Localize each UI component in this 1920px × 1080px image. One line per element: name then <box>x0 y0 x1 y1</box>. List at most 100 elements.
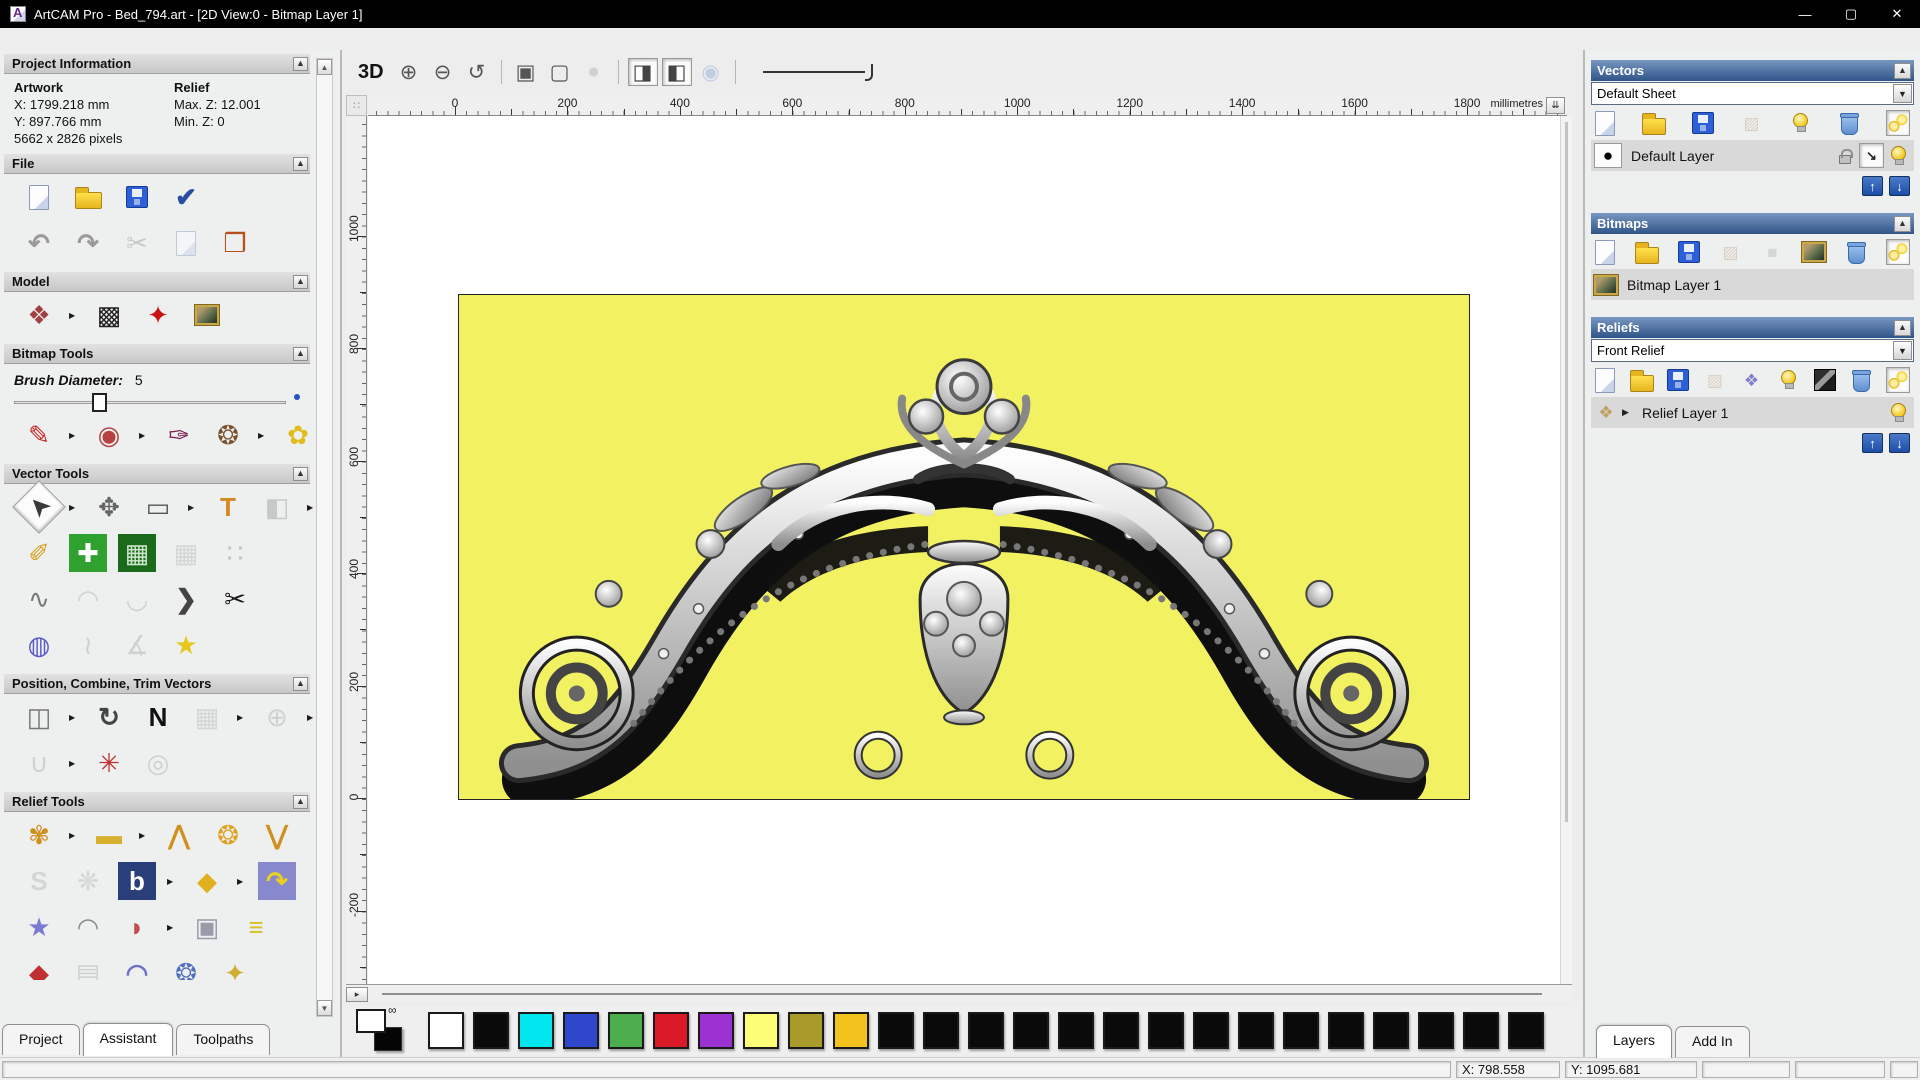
all-layers-visible-icon[interactable] <box>1886 367 1910 393</box>
spin-relief-icon[interactable]: ❂ <box>167 954 205 980</box>
tab-toolpaths[interactable]: Toolpaths <box>176 1024 271 1055</box>
text-on-curve-icon[interactable]: ↻ <box>90 698 128 736</box>
assistant-scrollbar[interactable]: ▲ ▼ <box>316 58 333 1017</box>
section-header-position-combine-trim[interactable]: Position, Combine, Trim Vectors ▲ <box>4 674 310 694</box>
open-model-icon[interactable] <box>69 178 107 216</box>
copy-icon[interactable] <box>167 224 205 262</box>
join-vectors-icon[interactable]: ∪ <box>20 744 58 782</box>
weave-wizard-icon[interactable]: ❋ <box>69 862 107 900</box>
delete-layer-icon[interactable] <box>1837 110 1861 136</box>
canvas-horizontal-scrollbar[interactable]: ▸ <box>346 984 1572 1002</box>
palette-swatch[interactable] <box>1238 1011 1274 1049</box>
flyout-arrow-icon[interactable]: ▶ <box>69 713 79 722</box>
palette-swatch[interactable] <box>653 1011 689 1049</box>
section-header-bitmap-tools[interactable]: Bitmap Tools ▲ <box>4 344 310 364</box>
palette-swatch[interactable] <box>608 1011 644 1049</box>
palette-swatch[interactable] <box>563 1011 599 1049</box>
flyout-arrow-icon[interactable]: ▶ <box>167 877 177 886</box>
merge-low-icon[interactable]: ⋁ <box>258 816 296 854</box>
palette-swatch[interactable] <box>1058 1011 1094 1049</box>
save-relief-layer-icon[interactable] <box>1666 367 1690 393</box>
toggle-bitmap-visibility-icon[interactable]: ◨ <box>627 58 658 86</box>
paste-along-curve-icon[interactable]: ∷ <box>216 534 254 572</box>
tab-assistant[interactable]: Assistant <box>82 1023 174 1056</box>
delete-layer-icon[interactable] <box>1844 239 1868 265</box>
face-wizard-icon[interactable]: ▣ <box>188 908 226 946</box>
flyout-arrow-icon[interactable]: ▶ <box>237 713 247 722</box>
palette-swatch[interactable] <box>698 1011 734 1049</box>
clear-bitmap-icon[interactable]: ■ <box>1760 239 1784 265</box>
flood-fill-icon[interactable]: ◉ <box>90 416 128 454</box>
palette-swatch[interactable] <box>1463 1011 1499 1049</box>
vector-library-icon[interactable]: ▦ <box>118 534 156 572</box>
nesting-icon[interactable]: N <box>139 698 177 736</box>
tab-add-in[interactable]: Add In <box>1675 1026 1750 1057</box>
delete-layer-icon[interactable] <box>1849 367 1873 393</box>
merge-relief-layers-icon[interactable]: ▨ <box>1703 367 1727 393</box>
vector-texture-icon[interactable]: ✳ <box>90 744 128 782</box>
collapse-section-icon[interactable]: ▲ <box>293 676 308 691</box>
palette-swatch[interactable] <box>788 1011 824 1049</box>
paste-icon[interactable]: ❒ <box>216 224 254 262</box>
transform-vectors-icon[interactable]: ✥ <box>90 488 128 526</box>
extrude-relief-icon[interactable]: ◗ <box>118 908 156 946</box>
canvas-vertical-scrollbar[interactable] <box>1560 116 1572 984</box>
collapse-section-icon[interactable]: ▲ <box>293 346 308 361</box>
flyout-arrow-icon[interactable]: ▶ <box>139 431 149 440</box>
flyout-arrow-icon[interactable]: ▶ <box>139 831 149 840</box>
colour-picker-icon[interactable]: ✑ <box>160 416 198 454</box>
layer-visibility-icon[interactable] <box>1886 400 1911 425</box>
vector-doctor-icon[interactable]: ✚ <box>69 534 107 572</box>
flyout-arrow-icon[interactable]: ▶ <box>188 503 198 512</box>
relief-side-dropdown[interactable]: Front Relief ▼ <box>1591 339 1914 362</box>
arrowhead-tool-icon[interactable]: ❯ <box>167 580 205 618</box>
align-vectors-icon[interactable]: ◫ <box>20 698 58 736</box>
scroll-down-icon[interactable]: ▼ <box>317 1000 332 1016</box>
rectangle-tool-icon[interactable]: ▭ <box>139 488 177 526</box>
zoom-out-icon[interactable]: ⊖ <box>428 58 458 86</box>
palette-swatch[interactable] <box>473 1011 509 1049</box>
scale-relief-icon[interactable]: ❂ <box>209 816 247 854</box>
zoom-previous-icon[interactable]: ↺ <box>462 58 492 86</box>
open-relief-layer-icon[interactable] <box>1629 367 1654 393</box>
two-rail-sweep-icon[interactable]: ◠ <box>69 908 107 946</box>
tab-project[interactable]: Project <box>2 1024 80 1055</box>
scroll-up-icon[interactable]: ▲ <box>317 59 332 75</box>
create-star-icon[interactable]: ★ <box>167 626 205 664</box>
move-layer-down-icon[interactable]: ↓ <box>1889 433 1910 453</box>
palette-swatch[interactable] <box>1103 1011 1139 1049</box>
palette-swatch[interactable] <box>428 1011 464 1049</box>
sculpting-tool-icon[interactable]: ✾ <box>20 816 58 854</box>
collapse-panel-icon[interactable]: ▲ <box>1894 62 1911 79</box>
dropdown-arrow-icon[interactable]: ▼ <box>1893 341 1912 360</box>
close-button[interactable]: ✕ <box>1874 0 1920 28</box>
new-vector-layer-icon[interactable] <box>1593 110 1617 136</box>
move-layer-up-icon[interactable]: ↑ <box>1862 433 1883 453</box>
turn-model-icon[interactable]: ◆ <box>20 954 58 980</box>
toggle-layer-visibility-icon[interactable] <box>1788 110 1812 136</box>
envelope-distort-icon[interactable]: ▦ <box>167 534 205 572</box>
fit-arcs-icon[interactable]: ◠ <box>69 580 107 618</box>
section-header-relief-tools[interactable]: Relief Tools ▲ <box>4 792 310 812</box>
move-layer-up-icon[interactable]: ↑ <box>1862 176 1883 196</box>
sculpt-smooth-icon[interactable]: S <box>20 862 58 900</box>
palette-swatch[interactable] <box>878 1011 914 1049</box>
merge-vector-layers-icon[interactable]: ▨ <box>1739 110 1763 136</box>
redo-icon[interactable]: ↷ <box>69 224 107 262</box>
scrollbar-thumb[interactable] <box>1565 122 1568 822</box>
collapse-panel-icon[interactable]: ▲ <box>1894 319 1911 336</box>
wrap-relief-icon[interactable]: ↷ <box>258 862 296 900</box>
section-header-file[interactable]: File ▲ <box>4 154 310 174</box>
slider-track[interactable] <box>14 401 286 404</box>
primary-colour-swatch[interactable] <box>356 1009 386 1033</box>
flyout-arrow-icon[interactable]: ▶ <box>69 831 79 840</box>
tab-layers[interactable]: Layers <box>1596 1025 1673 1058</box>
select-vectors-icon[interactable]: ➤ <box>12 480 66 534</box>
flyout-arrow-icon[interactable]: ▶ <box>69 759 79 768</box>
scrollbar-thumb[interactable] <box>382 993 1542 995</box>
all-layers-visible-icon[interactable] <box>1885 110 1910 136</box>
palette-swatch[interactable] <box>923 1011 959 1049</box>
undo-icon[interactable]: ↶ <box>20 224 58 262</box>
layer-name[interactable]: Default Layer <box>1631 148 1714 164</box>
unlink-vectors-icon[interactable]: ◎ <box>139 744 177 782</box>
